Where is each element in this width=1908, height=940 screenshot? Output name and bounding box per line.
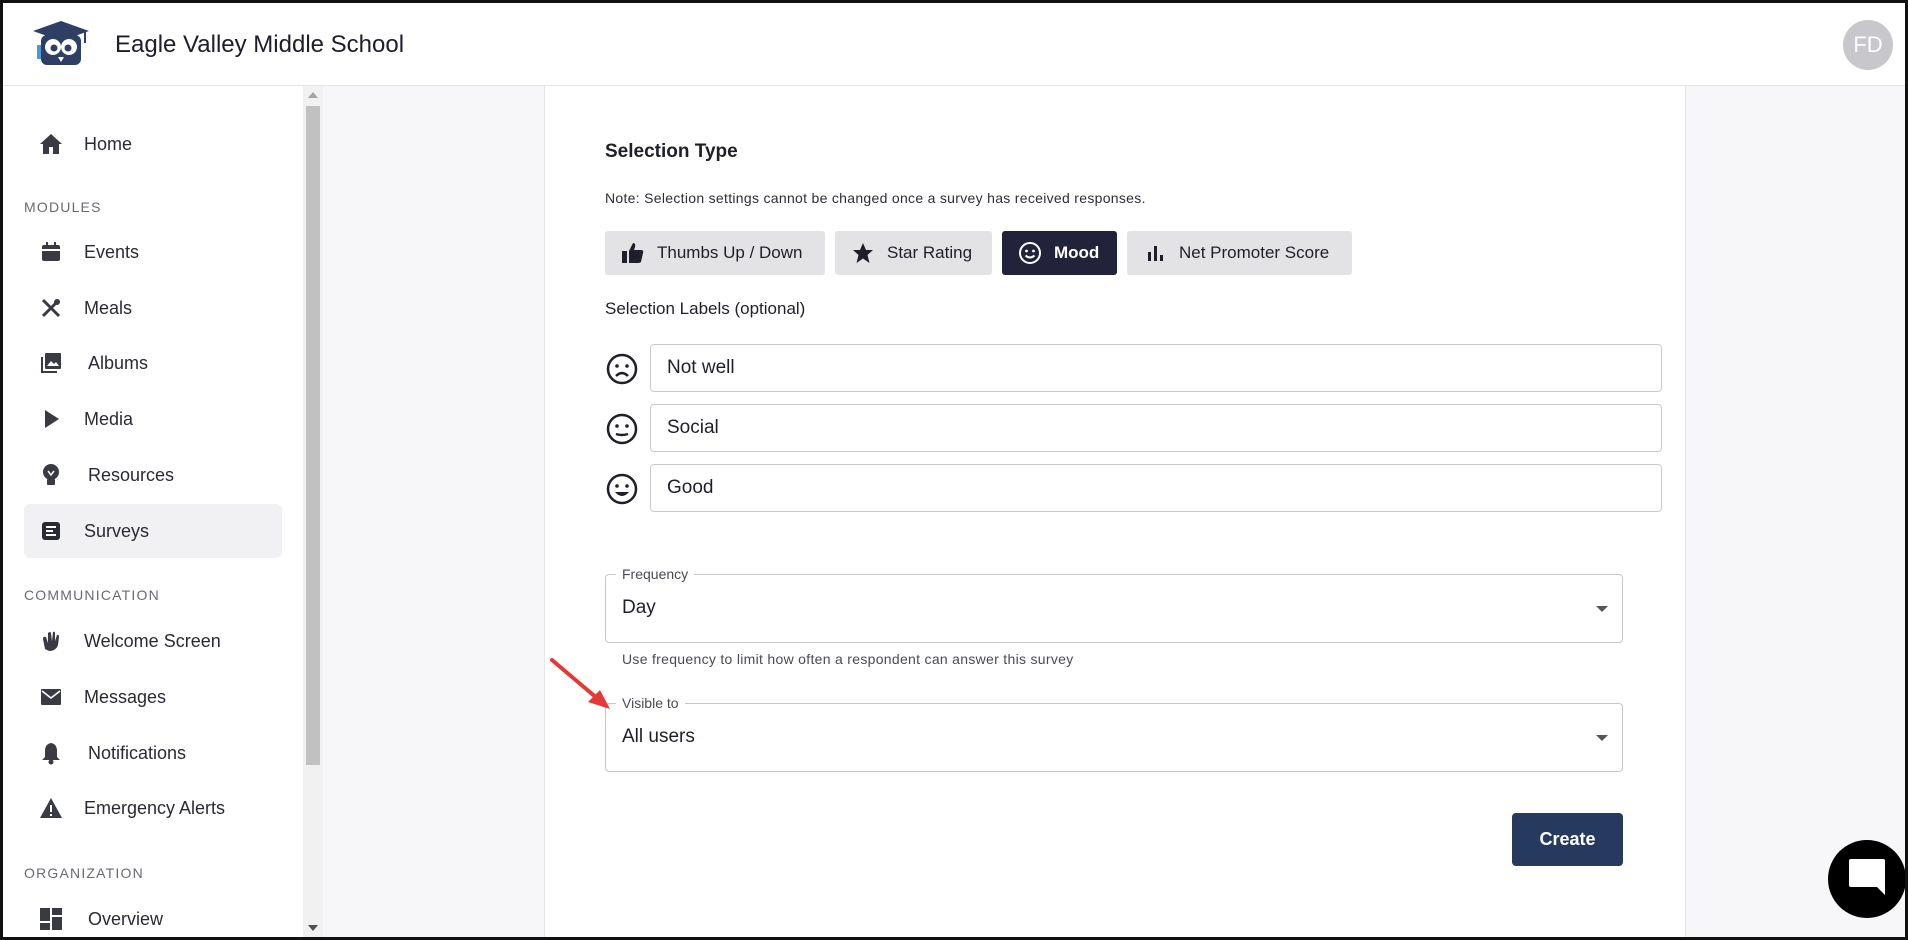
section-title-communication: COMMUNICATION — [24, 587, 160, 603]
selection-label-input-1[interactable]: Not well — [650, 344, 1662, 392]
selection-option-label: Star Rating — [887, 243, 973, 262]
selection-option-label: Thumbs Up / Down — [657, 243, 803, 262]
warning-icon — [38, 795, 64, 821]
selection-option-thumbs[interactable]: Thumbs Up / Down — [605, 231, 825, 275]
selection-option-nps[interactable]: Net Promoter Score — [1127, 231, 1352, 275]
user-avatar[interactable]: FD — [1843, 20, 1893, 70]
frequency-label: Frequency — [616, 566, 695, 582]
sidebar-item-surveys[interactable]: Surveys — [24, 504, 282, 558]
bell-icon — [38, 740, 64, 766]
visible-to-label: Visible to — [616, 695, 685, 711]
sidebar-item-label: Events — [84, 241, 140, 262]
sidebar-item-label: Welcome Screen — [84, 630, 221, 651]
neutral-face-icon — [605, 412, 639, 446]
selection-label-input-3[interactable]: Good — [650, 464, 1662, 512]
sidebar-scrollbar[interactable] — [303, 86, 323, 937]
sidebar-item-meals[interactable]: Meals — [24, 281, 282, 335]
sad-face-icon — [605, 352, 639, 386]
sidebar-item-overview[interactable]: Overview — [24, 892, 282, 937]
sidebar-item-events[interactable]: Events — [24, 225, 282, 279]
chat-bubble-icon — [1845, 857, 1889, 902]
scroll-down-arrow-icon[interactable] — [308, 925, 318, 931]
happy-face-icon — [605, 472, 639, 506]
lightbulb-icon — [38, 462, 64, 488]
selection-note: Note: Selection settings cannot be chang… — [605, 190, 1146, 206]
sidebar-item-resources[interactable]: Resources — [24, 448, 282, 502]
annotation-arrow-icon — [550, 658, 610, 709]
photo-album-icon — [38, 350, 64, 376]
sidebar-item-label: Meals — [84, 297, 133, 318]
chevron-down-icon — [1596, 735, 1608, 741]
sidebar-item-media[interactable]: Media — [24, 392, 282, 446]
selection-type-heading: Selection Type — [605, 141, 738, 162]
section-title-organization: ORGANIZATION — [24, 865, 144, 881]
smiley-icon — [1018, 241, 1042, 265]
selection-option-mood[interactable]: Mood — [1002, 231, 1117, 275]
home-icon — [38, 131, 64, 157]
scroll-up-arrow-icon[interactable] — [308, 92, 318, 98]
bar-chart-icon — [1143, 241, 1167, 265]
section-title-modules: MODULES — [24, 199, 102, 215]
wave-icon — [38, 628, 64, 654]
sidebar: Home MODULES Events Meals Albums Media R… — [3, 86, 303, 937]
visible-to-value: All users — [622, 726, 695, 747]
sidebar-item-label: Messages — [84, 686, 167, 707]
play-icon — [38, 406, 64, 432]
sidebar-item-notifications[interactable]: Notifications — [24, 726, 282, 780]
star-icon — [851, 241, 875, 265]
school-name: Eagle Valley Middle School — [115, 31, 405, 58]
survey-form-card: Selection Type Note: Selection settings … — [544, 86, 1686, 937]
sidebar-item-label: Notifications — [88, 742, 187, 763]
frequency-helper-text: Use frequency to limit how often a respo… — [622, 651, 1074, 667]
selection-labels-heading: Selection Labels (optional) — [605, 299, 806, 318]
calendar-icon — [38, 239, 64, 265]
selection-option-label: Mood — [1054, 243, 1100, 262]
scrollbar-thumb[interactable] — [306, 106, 320, 765]
sidebar-item-albums[interactable]: Albums — [24, 336, 282, 390]
sidebar-item-label: Emergency Alerts — [84, 797, 226, 818]
sidebar-item-label: Resources — [88, 464, 175, 485]
utensils-icon — [38, 295, 64, 321]
thumbs-up-icon — [621, 241, 645, 265]
visible-to-select[interactable]: Visible to All users — [605, 695, 1623, 772]
selection-label-input-2[interactable]: Social — [650, 404, 1662, 452]
create-button[interactable]: Create — [1512, 813, 1623, 866]
app-header: Eagle Valley Middle School FD — [3, 3, 1905, 86]
dashboard-icon — [38, 906, 64, 932]
sidebar-item-label: Home — [84, 133, 133, 154]
frequency-value: Day — [622, 597, 656, 618]
sidebar-item-home[interactable]: Home — [24, 117, 282, 171]
frequency-select[interactable]: Frequency Day — [605, 566, 1623, 643]
sidebar-item-label: Overview — [88, 908, 164, 929]
envelope-icon — [38, 684, 64, 710]
sidebar-item-welcome-screen[interactable]: Welcome Screen — [24, 614, 282, 668]
survey-icon — [38, 518, 64, 544]
chat-widget-button[interactable] — [1828, 840, 1906, 918]
sidebar-item-label: Media — [84, 408, 134, 429]
sidebar-item-messages[interactable]: Messages — [24, 670, 282, 724]
selection-option-label: Net Promoter Score — [1179, 243, 1330, 262]
sidebar-item-label: Albums — [88, 352, 149, 373]
school-logo-icon[interactable] — [31, 19, 91, 71]
selection-option-star[interactable]: Star Rating — [835, 231, 992, 275]
sidebar-item-emergency-alerts[interactable]: Emergency Alerts — [24, 781, 282, 835]
chevron-down-icon — [1596, 606, 1608, 612]
sidebar-item-label: Surveys — [84, 520, 150, 541]
